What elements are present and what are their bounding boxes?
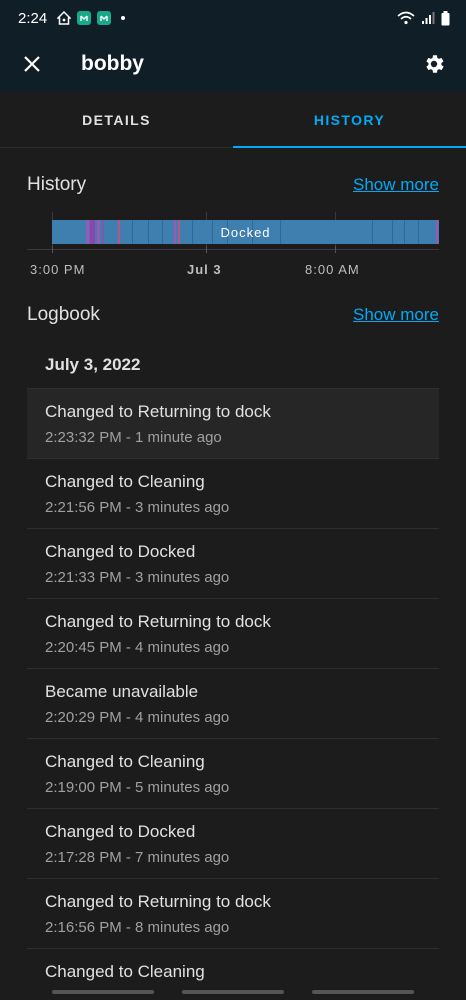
- log-entry[interactable]: Changed to Returning to dock 2:23:32 PM …: [27, 389, 439, 459]
- axis-tick: [206, 246, 207, 253]
- page-title: bobby: [81, 52, 144, 75]
- mi-home-icon: [77, 11, 92, 25]
- axis-tick: [335, 246, 336, 253]
- notification-dot: [121, 16, 126, 20]
- log-entry-time: 2:23:32 PM - 1 minute ago: [45, 429, 222, 446]
- log-entry[interactable]: Changed to Returning to dock 2:16:56 PM …: [27, 879, 439, 949]
- tab-bar: DETAILS HISTORY: [0, 92, 466, 148]
- history-header: History Show more: [27, 174, 439, 196]
- history-title: History: [27, 174, 87, 195]
- logbook-show-more-link[interactable]: Show more: [353, 305, 439, 325]
- axis-label-8am: 8:00 AM: [305, 262, 360, 277]
- axis-label-3pm: 3:00 PM: [30, 262, 86, 277]
- log-entry-time: 2:16:56 PM - 8 minutes ago: [45, 919, 230, 936]
- log-entry-time: 2:17:28 PM - 7 minutes ago: [45, 849, 230, 866]
- log-entry-time: 2:19:00 PM - 5 minutes ago: [45, 779, 230, 796]
- log-entry[interactable]: Changed to Docked 2:21:33 PM - 3 minutes…: [27, 529, 439, 599]
- battery-icon: [441, 10, 450, 25]
- home-assistant-icon: [57, 11, 72, 25]
- timeline-axis: [27, 249, 439, 250]
- log-entry-message: Changed to Docked: [45, 822, 196, 841]
- log-entry-message: Changed to Returning to dock: [45, 612, 271, 631]
- log-entry[interactable]: Changed to Cleaning 2:19:00 PM - 5 minut…: [27, 739, 439, 809]
- axis-label-jul3: Jul 3: [187, 262, 222, 277]
- log-entry-time: 2:20:45 PM - 4 minutes ago: [45, 639, 230, 656]
- logbook-date-header: July 3, 2022: [27, 342, 439, 389]
- nav-home-pill[interactable]: [182, 990, 284, 994]
- tab-history[interactable]: HISTORY: [233, 92, 466, 148]
- logbook-header: Logbook Show more: [27, 304, 439, 326]
- logbook-title: Logbook: [27, 304, 100, 325]
- mi-home-icon-2: [97, 11, 112, 25]
- log-entry-message: Changed to Cleaning: [45, 752, 205, 771]
- system-nav-bar: [0, 984, 466, 1000]
- history-show-more-link[interactable]: Show more: [353, 175, 439, 195]
- close-icon: [24, 56, 40, 72]
- log-entry-message: Changed to Docked: [45, 542, 196, 561]
- logbook-list: July 3, 2022 Changed to Returning to doc…: [27, 342, 439, 1000]
- log-entry-message: Changed to Returning to dock: [45, 402, 271, 421]
- nav-recents-pill[interactable]: [52, 990, 154, 994]
- log-entry-time: 2:20:29 PM - 4 minutes ago: [45, 709, 230, 726]
- log-entry-time: 2:21:56 PM - 3 minutes ago: [45, 499, 230, 516]
- tab-details[interactable]: DETAILS: [0, 92, 233, 147]
- log-entry-message: Changed to Cleaning: [45, 472, 205, 491]
- log-entry-message: Changed to Cleaning: [45, 962, 205, 981]
- log-entry[interactable]: Changed to Cleaning 2:21:56 PM - 3 minut…: [27, 459, 439, 529]
- log-entry-message: Became unavailable: [45, 682, 199, 701]
- log-entry-message: Changed to Returning to dock: [45, 892, 271, 911]
- close-button[interactable]: [0, 36, 64, 92]
- nav-back-pill[interactable]: [312, 990, 414, 994]
- log-entry-time: 2:21:33 PM - 3 minutes ago: [45, 569, 230, 586]
- log-entry[interactable]: Changed to Docked 2:17:28 PM - 7 minutes…: [27, 809, 439, 879]
- timeline-state-label: Docked: [220, 224, 271, 240]
- log-entry[interactable]: Changed to Returning to dock 2:20:45 PM …: [27, 599, 439, 669]
- wifi-icon: [397, 11, 415, 25]
- app-bar: bobby: [0, 36, 466, 92]
- axis-tick: [52, 246, 53, 253]
- signal-icon: [422, 12, 435, 24]
- status-time: 2:24: [18, 9, 48, 27]
- status-bar: 2:24: [0, 0, 466, 36]
- settings-button[interactable]: [402, 36, 466, 92]
- history-timeline[interactable]: Docked: [52, 220, 439, 244]
- log-entry[interactable]: Became unavailable 2:20:29 PM - 4 minute…: [27, 669, 439, 739]
- gear-icon: [426, 55, 444, 73]
